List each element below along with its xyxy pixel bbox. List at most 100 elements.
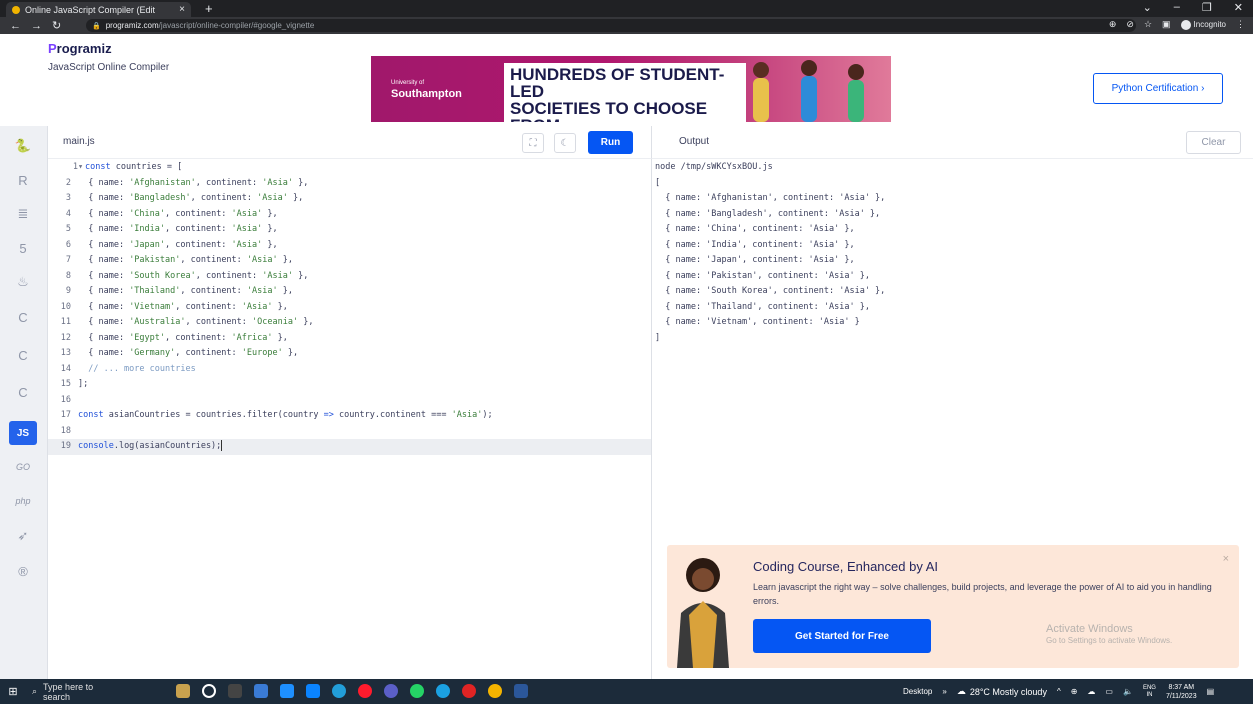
- code-line[interactable]: 10 { name: 'Vietnam', continent: 'Asia' …: [48, 300, 651, 316]
- edge-icon[interactable]: [436, 684, 450, 698]
- tab-search-icon[interactable]: ⌄: [1143, 1, 1152, 14]
- onedrive-icon[interactable]: ☁: [1087, 687, 1095, 696]
- code-string: 'Japan': [129, 239, 166, 250]
- browser-tab[interactable]: Online JavaScript Compiler (Edit ×: [6, 2, 191, 17]
- code-line[interactable]: 5 { name: 'India', continent: 'Asia' },: [48, 222, 651, 238]
- promo-close-icon[interactable]: ×: [1223, 553, 1229, 565]
- windows-start-icon[interactable]: ⊞: [0, 679, 26, 704]
- side-panel-icon[interactable]: ▣: [1162, 19, 1171, 30]
- language-indicator[interactable]: ENG IN: [1143, 685, 1156, 699]
- get-started-button[interactable]: Get Started for Free: [753, 619, 931, 653]
- run-button[interactable]: Run: [588, 131, 633, 154]
- url-input[interactable]: 🔒 programiz.com /javascript/online-compi…: [86, 19, 1136, 32]
- code-line[interactable]: 17 const asianCountries = countries.filte…: [48, 408, 651, 424]
- task-view-icon[interactable]: [228, 684, 242, 698]
- java-icon[interactable]: ♨: [9, 270, 37, 294]
- js-icon[interactable]: JS: [9, 421, 37, 445]
- reload-icon[interactable]: ↻: [52, 19, 61, 32]
- line-number: 16: [60, 394, 71, 405]
- fold-arrow-icon[interactable]: ▾: [78, 160, 85, 176]
- code-line[interactable]: 6 { name: 'Japan', continent: 'Asia' },: [48, 238, 651, 254]
- code-line[interactable]: 14 // ... more countries: [48, 362, 651, 378]
- incognito-indicator[interactable]: Incognito: [1180, 19, 1226, 30]
- code-line[interactable]: 19 console.log(asianCountries);: [48, 439, 651, 455]
- code-text: country.continent ===: [333, 410, 452, 420]
- telegram-icon[interactable]: [332, 684, 346, 698]
- sql-icon[interactable]: ≣: [9, 202, 37, 226]
- volume-icon[interactable]: 🔈: [1123, 687, 1133, 696]
- file-tab-main-js[interactable]: main.js: [63, 136, 95, 147]
- cortana-icon[interactable]: [202, 684, 216, 698]
- code-text: },: [287, 193, 304, 203]
- code-line[interactable]: 13 { name: 'Germany', continent: 'Europe…: [48, 346, 651, 362]
- output-line: { name: 'Bangladesh', continent: 'Asia' …: [655, 208, 881, 219]
- tray-apps-icon[interactable]: ⊕: [1071, 687, 1078, 696]
- code-line[interactable]: 12 { name: 'Egypt', continent: 'Africa' …: [48, 331, 651, 347]
- code-string: 'Thailand': [129, 286, 181, 296]
- close-window-icon[interactable]: ✕: [1234, 1, 1243, 14]
- chrome-icon[interactable]: [488, 684, 502, 698]
- word-icon[interactable]: [514, 684, 528, 698]
- toolbar-expand-icon[interactable]: »: [942, 687, 946, 696]
- browser-tab-bar: Online JavaScript Compiler (Edit × + ⌄ –…: [0, 0, 1253, 17]
- minimize-icon[interactable]: –: [1174, 1, 1180, 14]
- code-line[interactable]: 3 { name: 'Bangladesh', continent: 'Asia…: [48, 191, 651, 207]
- code-line[interactable]: 1▾ const countries = [: [48, 160, 651, 176]
- new-tab-button[interactable]: +: [205, 1, 213, 16]
- zoom-icon[interactable]: ⊕: [1109, 19, 1117, 30]
- code-line[interactable]: 7 { name: 'Pakistan', continent: 'Asia' …: [48, 253, 651, 269]
- code-string: 'Germany': [129, 348, 176, 358]
- csharp-icon[interactable]: C: [9, 380, 37, 404]
- line-number: 3: [65, 193, 71, 203]
- teams-icon[interactable]: [384, 684, 398, 698]
- php-icon[interactable]: php: [9, 489, 37, 513]
- swift-icon[interactable]: ➶: [9, 524, 37, 548]
- notifications-icon[interactable]: ▤: [1207, 687, 1215, 696]
- code-string: 'Asia': [451, 410, 483, 420]
- back-icon[interactable]: ←: [10, 20, 21, 32]
- tab-close-icon[interactable]: ×: [179, 4, 185, 15]
- go-icon[interactable]: GO: [9, 455, 37, 479]
- programiz-logo[interactable]: Programiz: [48, 41, 112, 56]
- whatsapp-icon[interactable]: [410, 684, 424, 698]
- maximize-icon[interactable]: ❐: [1202, 1, 1212, 14]
- taskbar-clock[interactable]: 8:37 AM 7/11/2023: [1166, 683, 1197, 701]
- network-icon[interactable]: ▭: [1105, 687, 1113, 696]
- bookmark-star-icon[interactable]: ☆: [1144, 19, 1152, 30]
- browser-menu-icon[interactable]: ⋮: [1236, 19, 1245, 30]
- taskbar-search[interactable]: ⌕ Type here to search: [26, 679, 116, 704]
- code-line[interactable]: 18: [48, 424, 651, 440]
- fullscreen-icon[interactable]: ⛶: [522, 133, 544, 153]
- c-icon[interactable]: C: [9, 305, 37, 329]
- opera-icon[interactable]: [358, 684, 372, 698]
- desktop-toolbar[interactable]: Desktop: [903, 687, 932, 696]
- file-explorer-icon[interactable]: [254, 684, 268, 698]
- python-icon[interactable]: 🐍: [9, 134, 37, 158]
- news-widget-icon[interactable]: [176, 684, 190, 698]
- tray-chevron-icon[interactable]: ^: [1057, 687, 1061, 696]
- tracking-icon[interactable]: ⊘: [1126, 19, 1134, 30]
- rust-icon[interactable]: ®: [9, 559, 37, 583]
- code-line[interactable]: 16: [48, 393, 651, 409]
- clear-button[interactable]: Clear: [1186, 131, 1241, 154]
- weather-widget[interactable]: ☁ 28°C Mostly cloudy: [957, 686, 1047, 697]
- code-text: { name:: [78, 224, 130, 234]
- mail-icon[interactable]: [306, 684, 320, 698]
- html-icon[interactable]: 5: [9, 236, 37, 260]
- dark-mode-icon[interactable]: ☾: [554, 133, 576, 153]
- code-line[interactable]: 8 { name: 'South Korea', continent: 'Asi…: [48, 269, 651, 285]
- store-icon[interactable]: [280, 684, 294, 698]
- python-certification-button[interactable]: Python Certification ›: [1093, 73, 1223, 104]
- code-line[interactable]: 2 { name: 'Afghanistan', continent: 'Asi…: [48, 176, 651, 192]
- line-number: 8: [65, 270, 71, 281]
- r-icon[interactable]: R: [9, 168, 37, 192]
- code-line[interactable]: 11 { name: 'Australia', continent: 'Ocea…: [48, 315, 651, 331]
- code-line[interactable]: 4 { name: 'China', continent: 'Asia' },: [48, 207, 651, 223]
- code-editor[interactable]: 1▾ const countries = [2 { name: 'Afghanis…: [48, 159, 651, 679]
- forward-icon[interactable]: →: [31, 20, 42, 32]
- code-line[interactable]: 15];: [48, 377, 651, 393]
- opera-gx-icon[interactable]: [462, 684, 476, 698]
- cpp-icon[interactable]: C: [9, 343, 37, 367]
- code-line[interactable]: 9 { name: 'Thailand', continent: 'Asia' …: [48, 284, 651, 300]
- advertisement-banner[interactable]: University of Southampton HUNDREDS OF ST…: [371, 56, 891, 122]
